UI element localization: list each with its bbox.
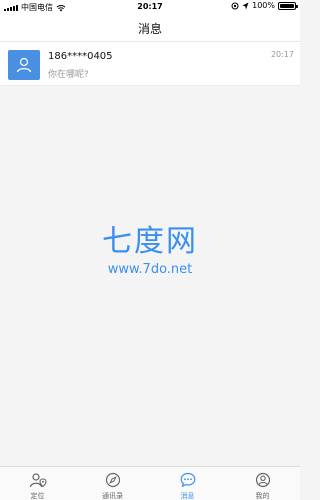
list-item[interactable]: 186****0405 你在哪呢? 20:17	[0, 42, 300, 86]
battery-icon	[278, 1, 298, 10]
watermark-url: www.7do.net	[107, 262, 193, 277]
tab-bar: 定位 通讯录 消息 我的	[0, 466, 300, 500]
tab-label: 定位	[30, 492, 45, 500]
watermark: 七度网 www.7do.net	[0, 224, 300, 278]
message-list: 186****0405 你在哪呢? 20:17	[0, 42, 300, 86]
user-icon	[16, 57, 32, 73]
chat-icon	[180, 472, 195, 488]
tab-me[interactable]: 我的	[225, 467, 300, 500]
nav-bar: 消息	[0, 14, 300, 42]
page-title: 消息	[137, 22, 162, 36]
profile-icon	[255, 472, 270, 488]
tab-label: 通讯录	[102, 492, 123, 500]
tab-label: 消息	[180, 492, 195, 500]
tab-messages[interactable]: 消息	[150, 467, 225, 500]
battery-percent: 100%	[252, 1, 275, 10]
contact-name: 186****0405	[48, 51, 113, 62]
tab-label: 我的	[255, 492, 270, 500]
message-preview: 你在哪呢?	[48, 70, 89, 80]
watermark-title: 七度网	[102, 224, 198, 259]
orientation-lock-icon	[231, 2, 239, 9]
avatar	[8, 50, 40, 80]
tab-contacts[interactable]: 通讯录	[75, 467, 150, 500]
location-icon	[29, 473, 47, 488]
tab-location[interactable]: 定位	[0, 467, 75, 500]
message-time: 20:17	[270, 50, 294, 59]
status-bar: 中国电信 20:17 100%	[0, 0, 300, 14]
status-right: 100%	[231, 1, 298, 10]
location-arrow-icon	[242, 2, 249, 9]
compass-icon	[105, 472, 120, 488]
